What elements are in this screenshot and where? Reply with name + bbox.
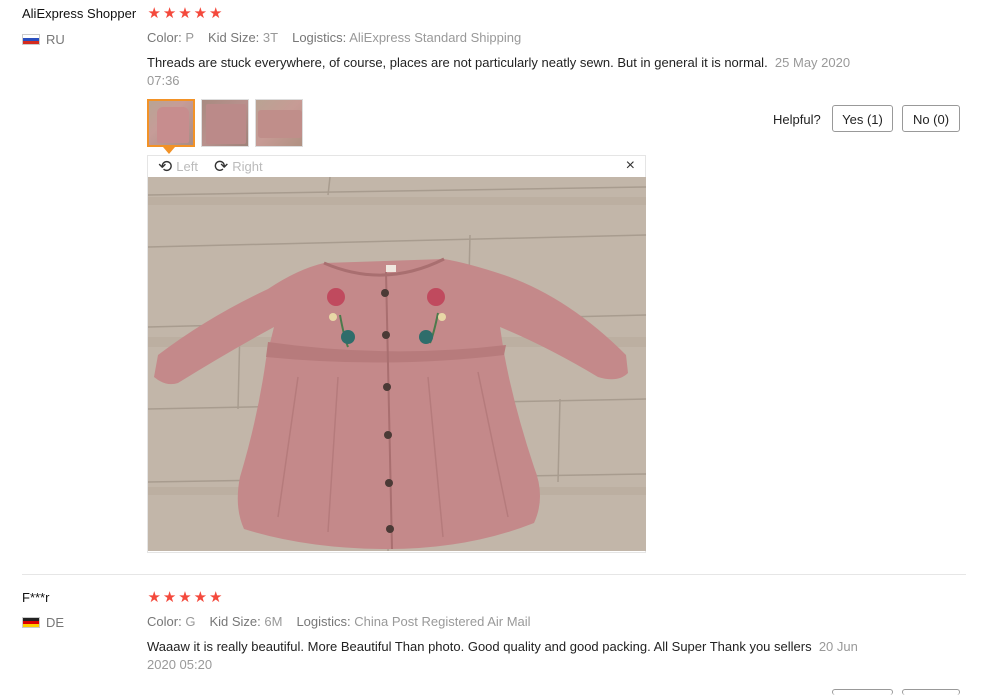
review-photo-thumbnails xyxy=(147,99,303,147)
attr-label: Kid Size: xyxy=(207,30,260,45)
order-attributes: Color: G Kid Size: 6M Logistics: China Pos… xyxy=(147,614,531,629)
star-icon: ★ xyxy=(209,5,224,22)
star-icon: ★ xyxy=(209,589,224,606)
star-icon: ★ xyxy=(162,589,178,606)
attr-value: China Post Registered Air Mail xyxy=(354,614,531,629)
review-text: Threads are stuck everywhere, of course,… xyxy=(147,54,867,90)
attr-label: Color: xyxy=(147,614,182,629)
helpful-yes-button[interactable]: Yes (1) xyxy=(832,105,893,132)
helpful-no-button[interactable]: No (0) xyxy=(902,105,960,132)
helpful-yes-button[interactable] xyxy=(832,689,893,695)
germany-flag-icon xyxy=(22,617,40,628)
attr-value: 6M xyxy=(264,614,283,629)
photo-thumbnail[interactable] xyxy=(147,99,195,147)
reviewer-name: AliExpress Shopper xyxy=(22,6,137,21)
star-icon: ★ xyxy=(162,5,178,22)
attr-label: Color: xyxy=(147,30,182,45)
country-code: DE xyxy=(46,615,65,630)
review-body: Waaaw it is really beautiful. More Beaut… xyxy=(147,639,812,654)
reviewer-country: RU xyxy=(22,32,65,47)
rotate-left-icon: ⟲ xyxy=(158,157,173,176)
star-icon: ★ xyxy=(147,589,162,606)
attr-value: 3T xyxy=(262,30,279,45)
review-text: Waaaw it is really beautiful. More Beaut… xyxy=(147,638,867,674)
rotate-right-icon: ⟳ xyxy=(214,157,229,176)
attr-label: Kid Size: xyxy=(209,614,261,629)
rotate-left-button[interactable]: ⟲ Left xyxy=(158,158,198,175)
photo-viewer-toolbar: ⟲ Left ⟳ Right × xyxy=(148,156,645,178)
attr-label: Logistics: xyxy=(296,614,351,629)
helpful-no-button[interactable] xyxy=(902,689,960,695)
star-icon: ★ xyxy=(178,589,193,606)
photo-thumbnail[interactable] xyxy=(255,99,303,147)
star-icon: ★ xyxy=(193,589,209,606)
order-attributes: Color: P Kid Size: 3T Logistics: AliExpres… xyxy=(147,30,521,45)
reviewer-country: DE xyxy=(22,615,64,630)
review-divider xyxy=(22,574,966,575)
rotate-left-label: Left xyxy=(176,159,198,174)
star-rating: ★★★★★ xyxy=(147,4,224,22)
star-icon: ★ xyxy=(193,5,209,22)
active-thumbnail-pointer xyxy=(163,147,175,154)
attr-label: Logistics: xyxy=(292,30,347,45)
star-icon: ★ xyxy=(147,5,162,22)
rotate-right-label: Right xyxy=(232,159,263,174)
star-rating: ★★★★★ xyxy=(147,588,224,606)
review-body: Threads are stuck everywhere, of course,… xyxy=(147,55,768,70)
star-icon: ★ xyxy=(178,5,193,22)
russia-flag-icon xyxy=(22,34,40,45)
attr-value: AliExpress Standard Shipping xyxy=(349,30,522,45)
reviewer-name: F***r xyxy=(22,590,50,605)
rotate-right-button[interactable]: ⟳ Right xyxy=(214,158,263,175)
photo-viewer: ⟲ Left ⟳ Right × xyxy=(147,155,646,553)
attr-value: P xyxy=(185,30,194,45)
close-icon[interactable]: × xyxy=(626,157,635,175)
photo-thumbnail[interactable] xyxy=(201,99,249,147)
attr-value: G xyxy=(185,614,196,629)
helpful-label: Helpful? xyxy=(773,112,821,127)
country-code: RU xyxy=(46,32,65,47)
review-photo xyxy=(148,177,646,551)
